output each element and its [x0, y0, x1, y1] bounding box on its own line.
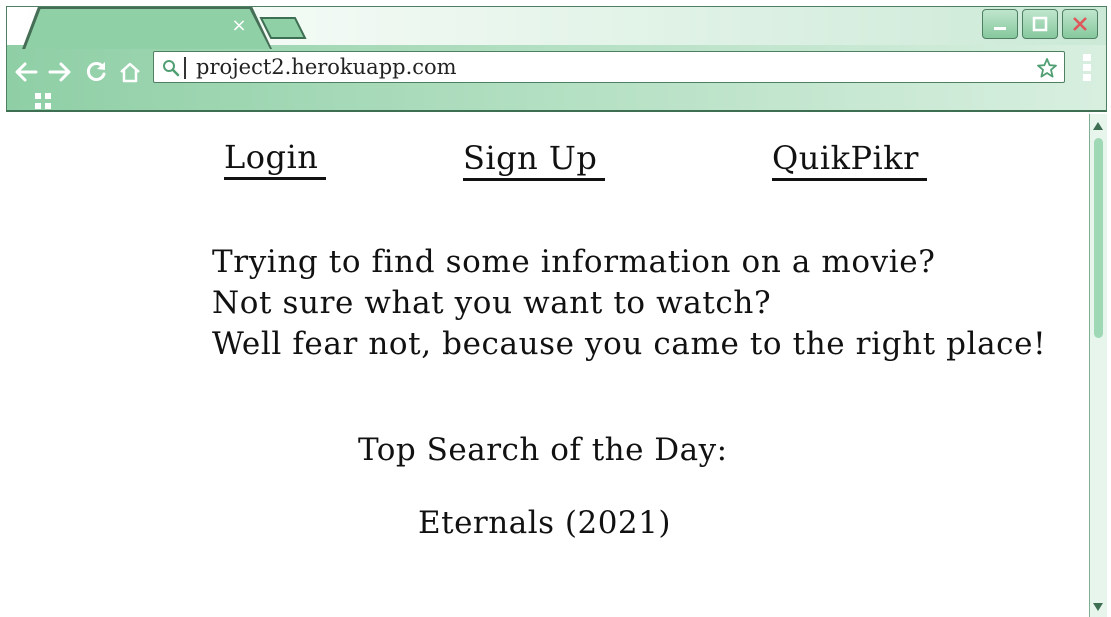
reload-icon: [86, 62, 106, 81]
top-search-label: Top Search of the Day:: [358, 432, 728, 468]
scroll-up-icon[interactable]: [1093, 122, 1103, 130]
browser-chrome: × project2.herokuapp.com: [6, 6, 1107, 112]
top-search-value[interactable]: Eternals (2021): [418, 505, 671, 541]
login-link[interactable]: Login: [224, 137, 327, 180]
home-button[interactable]: [117, 59, 143, 85]
maximize-button[interactable]: [1022, 9, 1058, 39]
back-icon: [15, 62, 38, 82]
toolbar: project2.herokuapp.com: [7, 45, 1106, 113]
close-icon: [1073, 17, 1087, 31]
search-icon: [163, 60, 180, 77]
intro-line-1: Trying to find some information on a mov…: [212, 244, 936, 280]
url-text[interactable]: project2.herokuapp.com: [196, 55, 457, 79]
intro-line-3: Well fear not, because you came to the r…: [212, 326, 1047, 362]
text-caret: [184, 57, 186, 79]
forward-button[interactable]: [47, 59, 73, 85]
home-icon: [120, 62, 140, 83]
minimize-icon: [994, 27, 1006, 30]
intro-line-2: Not sure what you want to watch?: [212, 285, 772, 321]
apps-icon[interactable]: [35, 93, 51, 109]
vertical-scrollbar[interactable]: [1089, 114, 1107, 617]
new-tab-icon[interactable]: [259, 17, 307, 39]
intro-text: Trying to find some information on a mov…: [212, 242, 1046, 365]
close-window-button[interactable]: [1062, 9, 1098, 39]
quikpikr-brand-link[interactable]: QuikPikr: [772, 138, 927, 181]
menu-icon[interactable]: [1082, 53, 1092, 83]
star-icon[interactable]: [1036, 57, 1058, 79]
signup-link[interactable]: Sign Up: [463, 138, 606, 181]
scroll-down-icon[interactable]: [1093, 603, 1103, 611]
tab-close-icon[interactable]: ×: [230, 17, 248, 35]
back-button[interactable]: [13, 59, 39, 85]
window-controls: [982, 9, 1098, 41]
maximize-icon: [1032, 16, 1048, 32]
scroll-thumb[interactable]: [1094, 138, 1103, 338]
reload-button[interactable]: [83, 59, 109, 85]
forward-icon: [48, 62, 71, 82]
address-bar[interactable]: project2.herokuapp.com: [153, 51, 1065, 83]
minimize-button[interactable]: [982, 9, 1018, 39]
